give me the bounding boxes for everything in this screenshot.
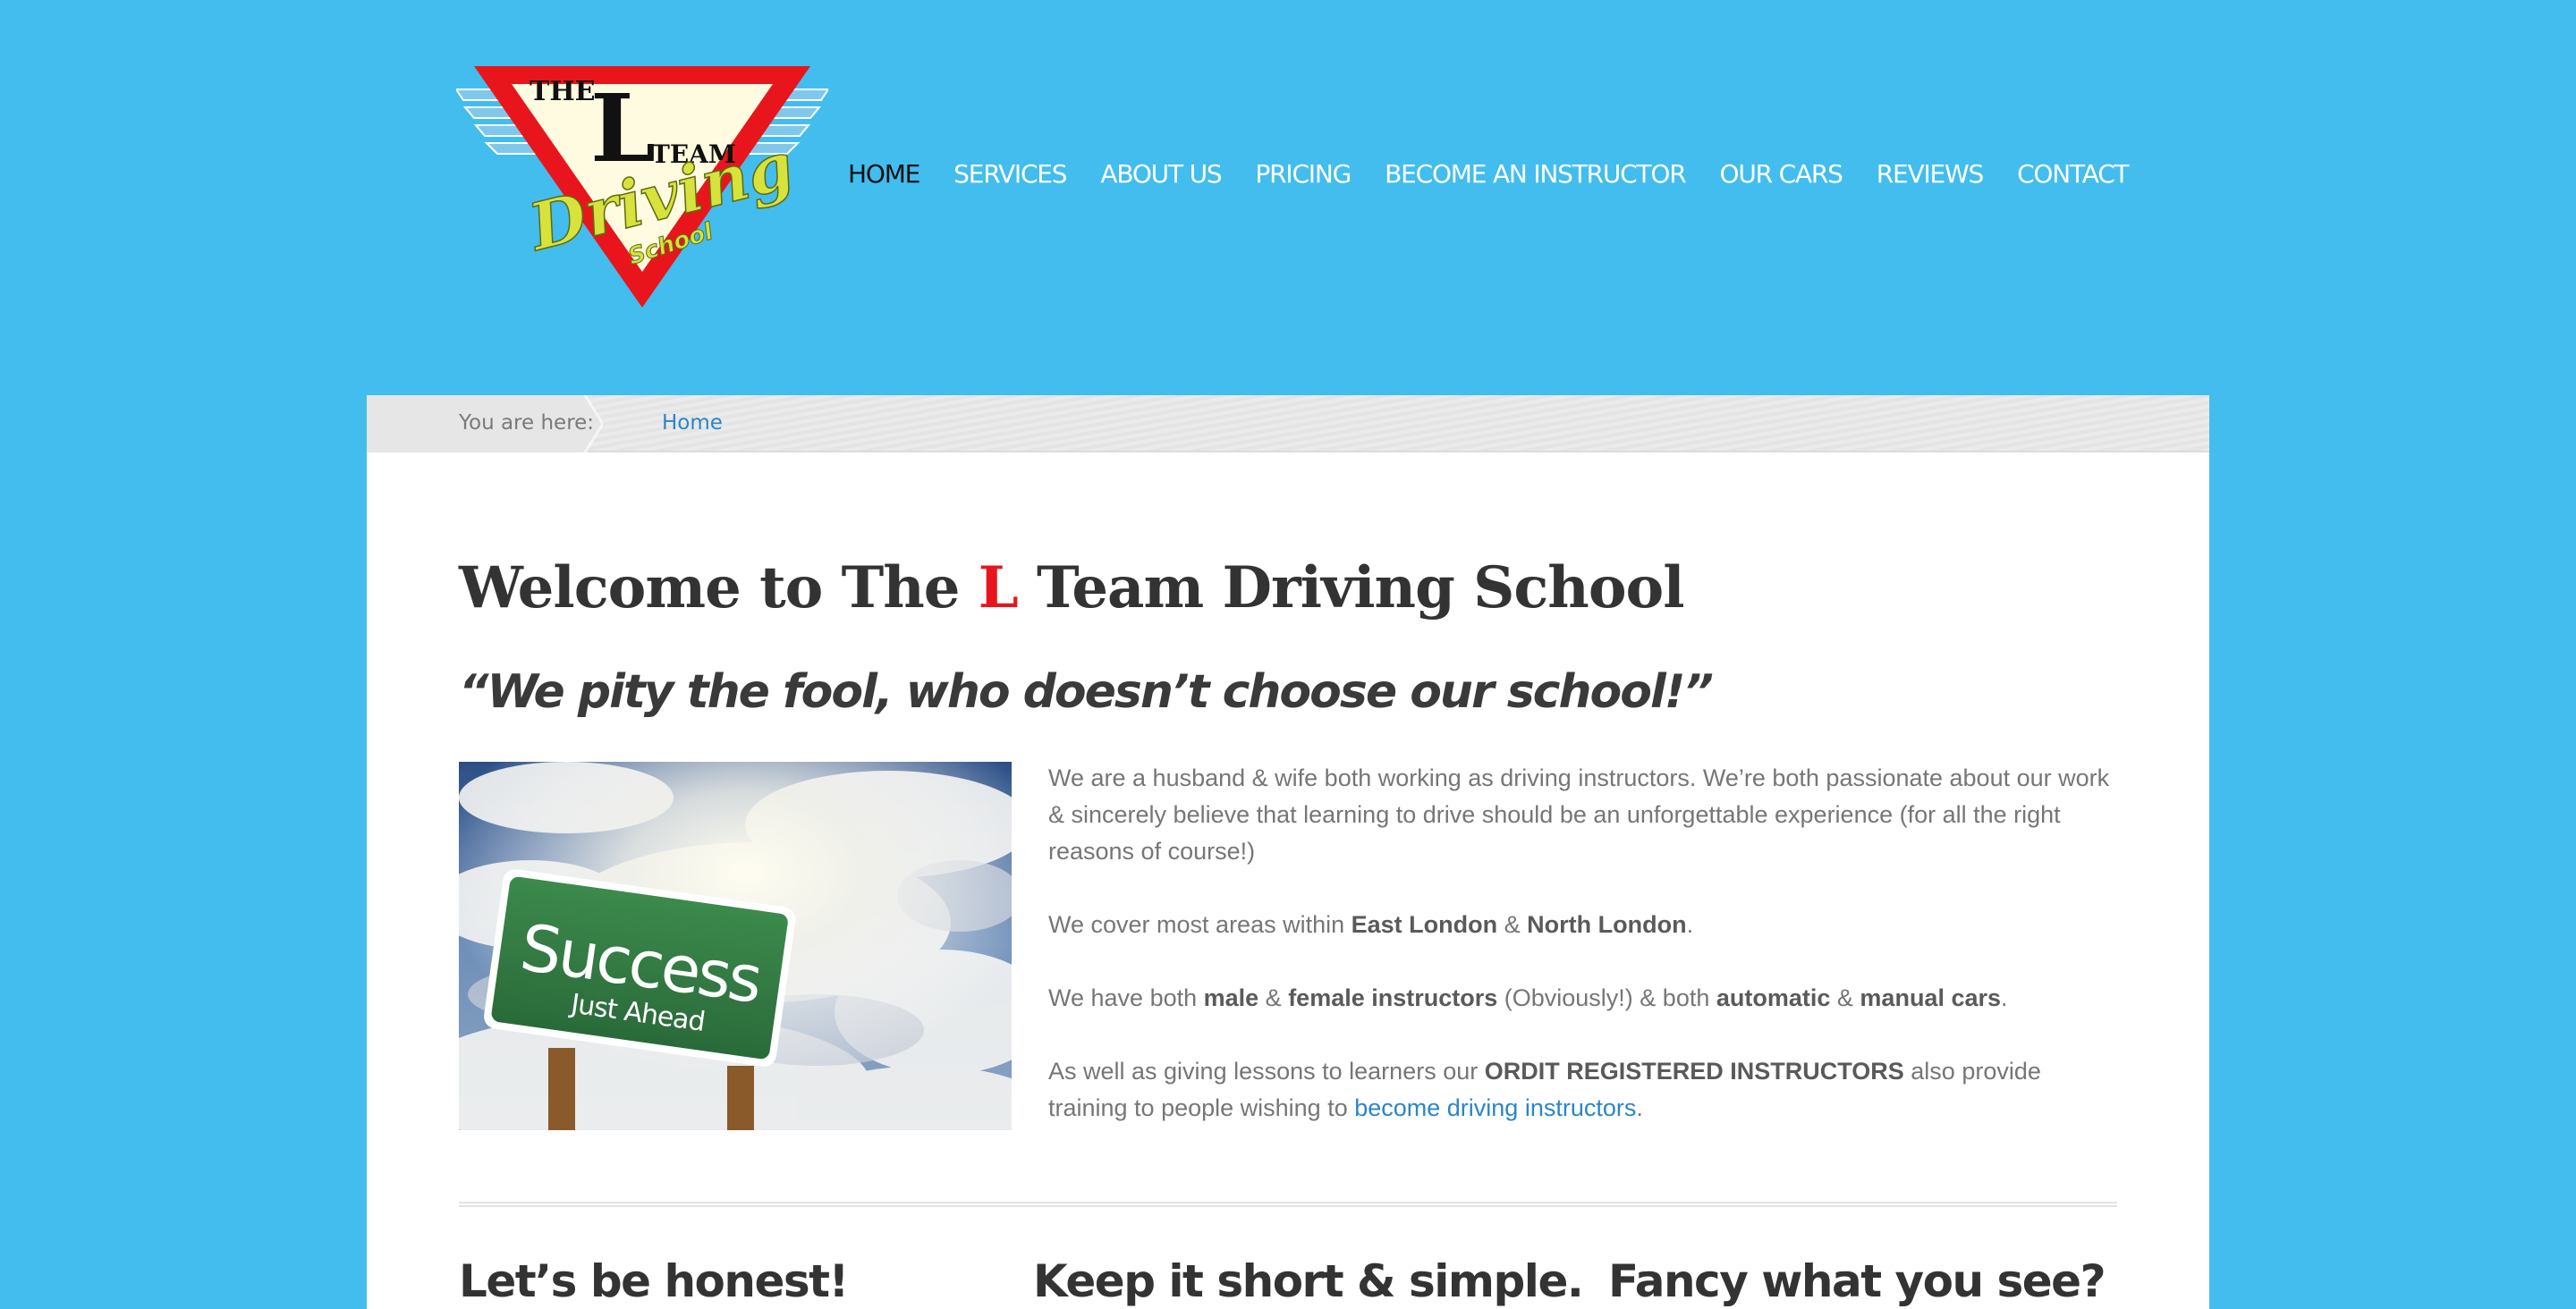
nav-become-an-instructor[interactable]: BECOME AN INSTRUCTOR: [1385, 159, 1687, 189]
nav-reviews[interactable]: REVIEWS: [1877, 159, 1985, 189]
intro-p3-amp2: &: [1830, 984, 1860, 1011]
intro-paragraph-2: We cover most areas within East London &…: [1048, 907, 2122, 943]
nav-our-cars[interactable]: OUR CARS: [1720, 159, 1843, 189]
section-divider: [459, 1202, 2117, 1207]
ordit-registered-text: ORDIT REGISTERED INSTRUCTORS: [1484, 1058, 1904, 1085]
automatic-text: automatic: [1716, 984, 1831, 1011]
nav-about-us[interactable]: ABOUT US: [1100, 159, 1222, 189]
intro-p2-end: .: [1686, 911, 1694, 938]
intro-text: We are a husband & wife both working as …: [1048, 760, 2122, 1163]
east-london: East London: [1351, 911, 1498, 938]
breadcrumb: You are here: Home: [367, 395, 2209, 452]
manual-cars-text: manual cars: [1860, 984, 2002, 1011]
male-text: male: [1203, 984, 1259, 1011]
intro-p2-amp: &: [1497, 911, 1528, 938]
intro-p4-text: As well as giving lessons to learners ou…: [1048, 1058, 1485, 1085]
site-logo[interactable]: THE L TEAM Driving School: [454, 63, 830, 313]
main-content: You are here: Home Welcome to The L Team…: [367, 395, 2209, 1309]
page-title-highlight: L: [978, 554, 1019, 621]
intro-p3-mid: (Obviously!) & both: [1497, 984, 1716, 1011]
main-nav: HOME SERVICES ABOUT US PRICING BECOME AN…: [848, 154, 2130, 193]
hero-image: Success Just Ahead: [459, 762, 1012, 1130]
nav-pricing[interactable]: PRICING: [1255, 159, 1352, 189]
intro-p3-end: .: [2001, 984, 2008, 1011]
page-title-start: Welcome to The: [459, 554, 979, 621]
intro-paragraph-3: We have both male & female instructors (…: [1048, 980, 2122, 1017]
breadcrumb-home-link[interactable]: Home: [662, 411, 723, 435]
intro-p2-text: We cover most areas within: [1048, 911, 1352, 938]
nav-services[interactable]: SERVICES: [953, 159, 1067, 189]
intro-p3-text: We have both: [1048, 984, 1204, 1011]
intro-p3-amp1: &: [1258, 984, 1289, 1011]
nav-contact[interactable]: CONTACT: [2017, 159, 2130, 189]
nav-home[interactable]: HOME: [848, 159, 920, 189]
tagline: “We pity the fool, who doesn’t choose ou…: [459, 665, 1714, 719]
column-heading-fancy: Fancy what you see?: [1608, 1255, 2106, 1307]
page-title-end: Team Driving School: [1017, 554, 1684, 621]
logo-graphic: THE L TEAM Driving School: [454, 66, 830, 308]
page-title: Welcome to The L Team Driving School: [459, 554, 1684, 621]
north-london: North London: [1527, 911, 1687, 938]
intro-paragraph-4: As well as giving lessons to learners ou…: [1048, 1053, 2122, 1127]
intro-p4-end: .: [1636, 1094, 1643, 1121]
intro-paragraph-1: We are a husband & wife both working as …: [1048, 764, 2110, 865]
become-driving-instructors-link[interactable]: become driving instructors: [1354, 1094, 1636, 1121]
success-sign-image: Success Just Ahead: [459, 762, 1012, 1130]
column-heading-short-simple: Keep it short & simple.: [1033, 1255, 1584, 1307]
column-heading-honest: Let’s be honest!: [459, 1255, 849, 1307]
logo-the-text: THE: [530, 76, 596, 107]
breadcrumb-prefix: You are here:: [459, 411, 595, 435]
female-instructors-text: female instructors: [1288, 984, 1498, 1011]
